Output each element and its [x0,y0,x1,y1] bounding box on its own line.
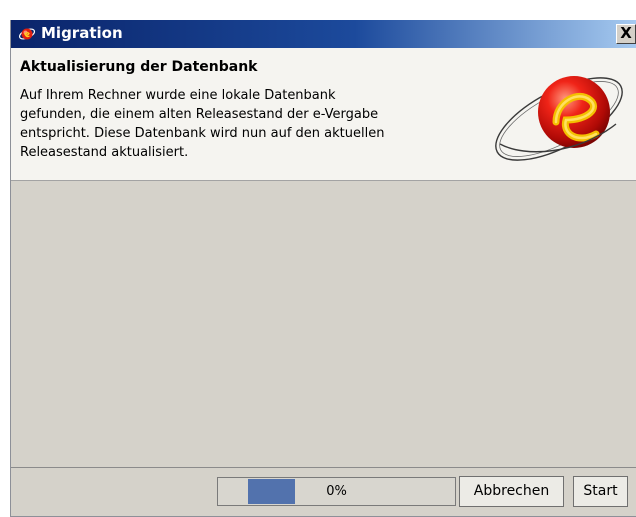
close-button[interactable]: X [616,24,636,44]
progress-label: 0% [326,484,347,499]
description-line: entspricht. Diese Datenbank wird nun auf… [20,126,385,141]
progress-bar: 0% [217,477,456,506]
app-logo-icon [18,26,36,42]
description-line: gefunden, die einem alten Releasestand d… [20,107,379,122]
start-button[interactable]: Start [573,476,628,507]
content-area [11,181,636,468]
window-title: Migration [41,24,123,42]
migration-dialog: Migration X Aktualisierung der Datenbank… [10,20,636,517]
header-title: Aktualisierung der Datenbank [20,59,258,75]
title-bar[interactable]: Migration X [11,20,636,48]
header-panel: Aktualisierung der Datenbank Auf Ihrem R… [11,48,636,181]
description-line: Releasestand aktualisiert. [20,145,189,160]
button-bar: 0% Abbrechen Start [11,468,636,516]
description-line: Auf Ihrem Rechner wurde eine lokale Date… [20,88,336,103]
cancel-button[interactable]: Abbrechen [459,476,564,507]
header-description: Auf Ihrem Rechner wurde eine lokale Date… [20,86,460,162]
e-vergabe-logo-icon [486,62,632,172]
